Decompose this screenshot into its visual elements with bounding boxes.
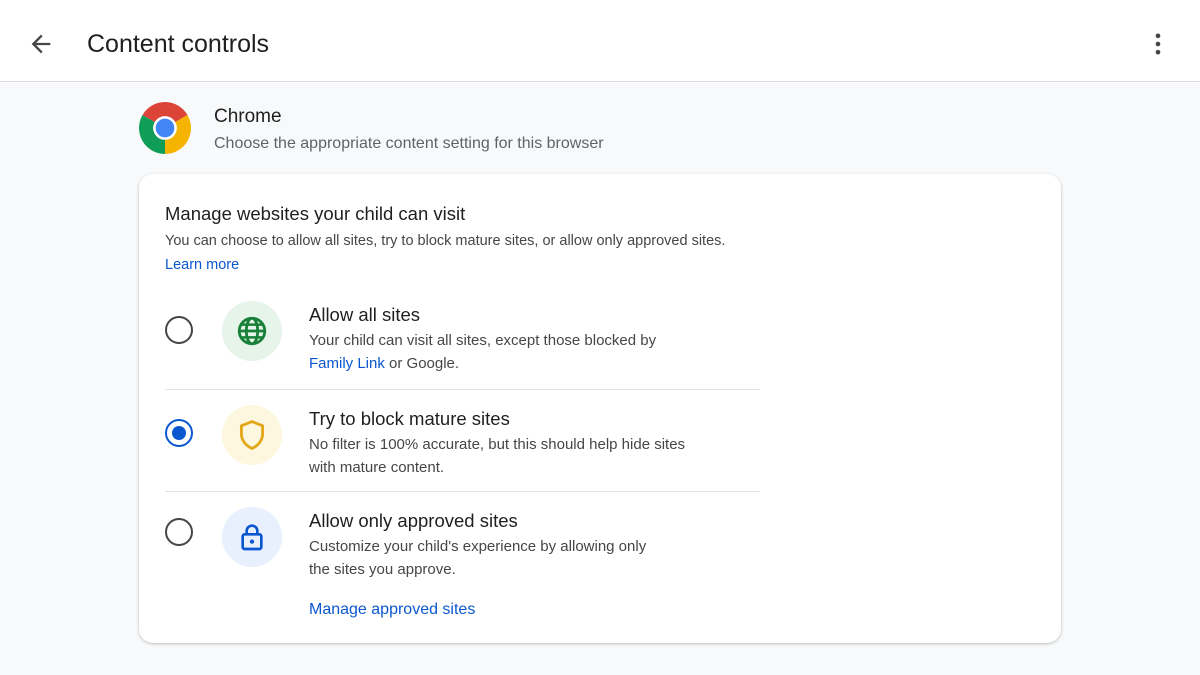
family-link-link[interactable]: Family Link bbox=[309, 355, 385, 372]
globe-icon bbox=[237, 316, 267, 346]
learn-more-link[interactable]: Learn more bbox=[165, 255, 239, 275]
app-name: Chrome bbox=[214, 106, 282, 127]
arrow-back-icon bbox=[31, 34, 51, 54]
shield-icon bbox=[239, 420, 265, 450]
option-description-approved-only: Customize your child's experience by all… bbox=[309, 538, 647, 578]
option-desc-suffix: or Google. bbox=[384, 355, 460, 372]
option-title-block-mature: Try to block mature sites bbox=[309, 408, 510, 429]
more-options-button[interactable] bbox=[1140, 26, 1176, 62]
manage-approved-sites-link[interactable]: Manage approved sites bbox=[309, 599, 475, 621]
lock-icon bbox=[241, 524, 263, 551]
more-vert-icon bbox=[1155, 33, 1161, 55]
option-title-allow-all: Allow all sites bbox=[309, 304, 421, 325]
radio-allow-all-sites[interactable] bbox=[165, 316, 193, 344]
radio-approved-sites-only[interactable] bbox=[165, 518, 193, 546]
option-icon-circle bbox=[222, 405, 282, 465]
option-icon-circle bbox=[222, 301, 282, 361]
option-divider bbox=[165, 491, 760, 492]
top-app-bar: Content controls bbox=[0, 0, 1200, 82]
option-title-approved-only: Allow only approved sites bbox=[309, 510, 518, 531]
radio-block-mature-sites[interactable] bbox=[165, 419, 193, 447]
card-heading: Manage websites your child can visit bbox=[165, 203, 466, 224]
page-title: Content controls bbox=[87, 30, 270, 58]
option-desc-text: Your child can visit all sites, except t… bbox=[309, 332, 657, 349]
back-button[interactable] bbox=[22, 26, 60, 62]
chrome-logo-icon bbox=[139, 102, 191, 154]
option-description-block-mature: No filter is 100% accurate, but this sho… bbox=[309, 436, 686, 476]
option-description-allow-all: Your child can visit all sites, except t… bbox=[309, 329, 709, 375]
app-description: Choose the appropriate content setting f… bbox=[214, 135, 604, 152]
card-description: You can choose to allow all sites, try t… bbox=[165, 233, 726, 249]
option-icon-circle bbox=[222, 507, 282, 567]
option-divider bbox=[165, 389, 760, 390]
